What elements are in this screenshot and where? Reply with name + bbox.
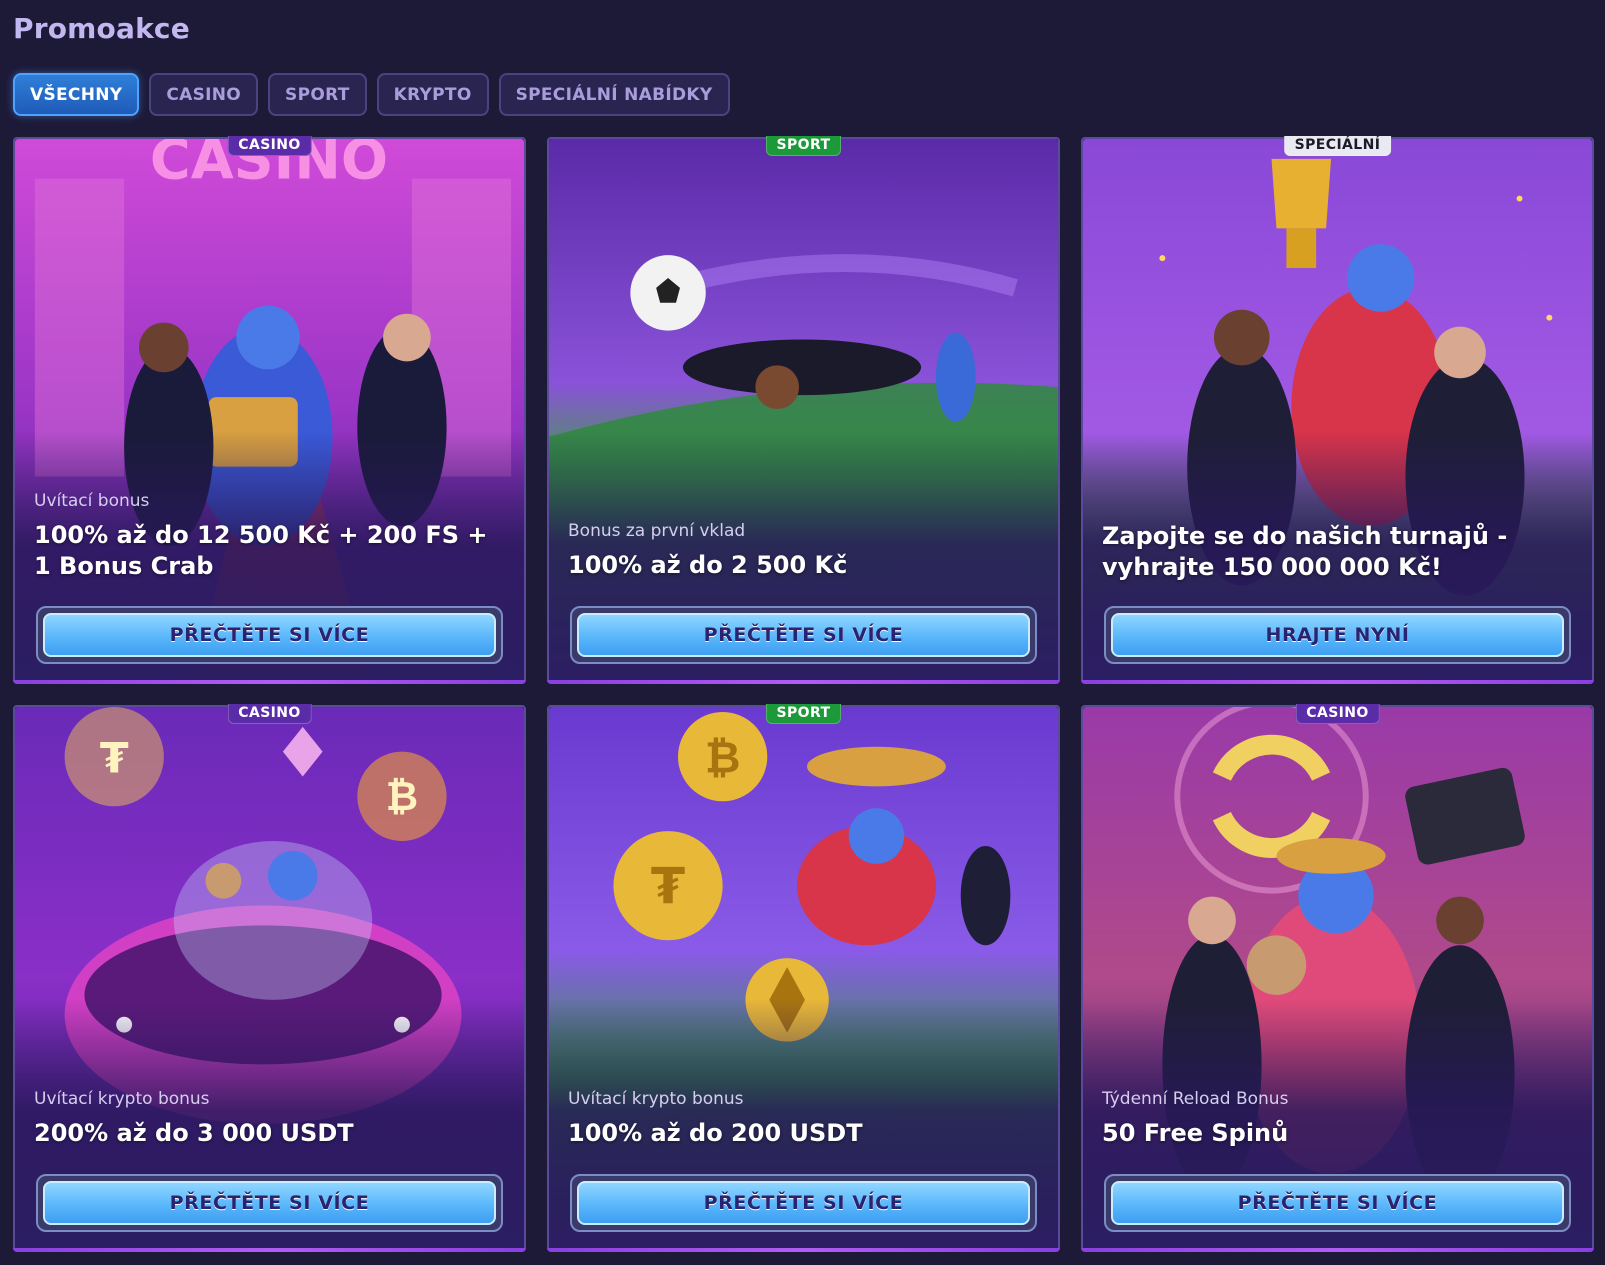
promo-title: 100% až do 200 USDT (568, 1119, 863, 1147)
promo-subtitle: Uvítací bonus (34, 491, 150, 511)
tab-crypto[interactable]: KRYPTO (376, 73, 489, 116)
promo-card[interactable]: SPORT Bonus za první vklad 100% až do 2 … (547, 136, 1060, 684)
play-now-button-label: HRAJTE NYNÍ (1111, 613, 1564, 657)
category-badge: SPORT (765, 136, 842, 156)
filter-tabs: VŠECHNY CASINO SPORT KRYPTO SPECIÁLNÍ NA… (13, 73, 730, 116)
promo-grid: CASINO CASINO Uvítací bonus 100% až do 1… (13, 136, 1594, 1252)
promo-title: 100% až do 12 500 Kč + 200 FS + 1 Bonus … (34, 521, 488, 580)
tab-special-offers[interactable]: SPECIÁLNÍ NABÍDKY (498, 73, 730, 116)
promo-title: Zapojte se do našich turnajů - vyhrajte … (1102, 522, 1508, 581)
read-more-button-label: PŘEČTĚTE SI VÍCE (577, 1181, 1030, 1225)
category-badge: SPECIÁLNÍ (1283, 136, 1392, 156)
category-badge: CASINO (227, 704, 312, 724)
read-more-button-label: PŘEČTĚTE SI VÍCE (577, 613, 1030, 657)
category-badge: SPORT (765, 704, 842, 724)
promo-card[interactable]: ₿ ₮ CASINO Uvítací krypto bonus 200% až … (13, 704, 526, 1252)
play-now-button[interactable]: HRAJTE NYNÍ (1104, 606, 1571, 664)
read-more-button-label: PŘEČTĚTE SI VÍCE (1111, 1181, 1564, 1225)
read-more-button[interactable]: PŘEČTĚTE SI VÍCE (1104, 1174, 1571, 1232)
page-title: Promoakce (13, 12, 190, 45)
promo-card[interactable]: SPECIÁLNÍ Zapojte se do našich turnajů -… (1081, 136, 1594, 684)
promo-card[interactable]: ₿ ₮ SPORT Uvítací krypto bonus 100% až d… (547, 704, 1060, 1252)
read-more-button[interactable]: PŘEČTĚTE SI VÍCE (36, 1174, 503, 1232)
promo-title: 100% až do 2 500 Kč (568, 551, 848, 579)
read-more-button-label: PŘEČTĚTE SI VÍCE (43, 1181, 496, 1225)
promotions-page: Promoakce VŠECHNY CASINO SPORT KRYPTO SP… (0, 0, 1605, 1265)
promo-subtitle: Uvítací krypto bonus (568, 1089, 744, 1109)
promo-subtitle: Bonus za první vklad (568, 521, 746, 541)
read-more-button-label: PŘEČTĚTE SI VÍCE (43, 613, 496, 657)
category-badge: CASINO (1295, 704, 1380, 724)
svg-text:₮: ₮ (651, 858, 686, 916)
promo-subtitle: Týdenní Reload Bonus (1102, 1089, 1289, 1109)
promo-card[interactable]: CASINO Týdenní Reload Bonus 50 Free Spin… (1081, 704, 1594, 1252)
read-more-button[interactable]: PŘEČTĚTE SI VÍCE (36, 606, 503, 664)
svg-text:₮: ₮ (100, 734, 129, 783)
promo-card[interactable]: CASINO CASINO Uvítací bonus 100% až do 1… (13, 136, 526, 684)
svg-text:₿: ₿ (386, 774, 418, 820)
tab-casino[interactable]: CASINO (149, 73, 259, 116)
tab-all[interactable]: VŠECHNY (13, 73, 140, 116)
tab-sport[interactable]: SPORT (268, 73, 367, 116)
promo-subtitle: Uvítací krypto bonus (34, 1089, 210, 1109)
read-more-button[interactable]: PŘEČTĚTE SI VÍCE (570, 1174, 1037, 1232)
category-badge: CASINO (227, 136, 312, 156)
promo-title: 50 Free Spinů (1102, 1119, 1289, 1147)
promo-title: 200% až do 3 000 USDT (34, 1119, 354, 1147)
read-more-button[interactable]: PŘEČTĚTE SI VÍCE (570, 606, 1037, 664)
svg-text:₿: ₿ (705, 733, 741, 784)
